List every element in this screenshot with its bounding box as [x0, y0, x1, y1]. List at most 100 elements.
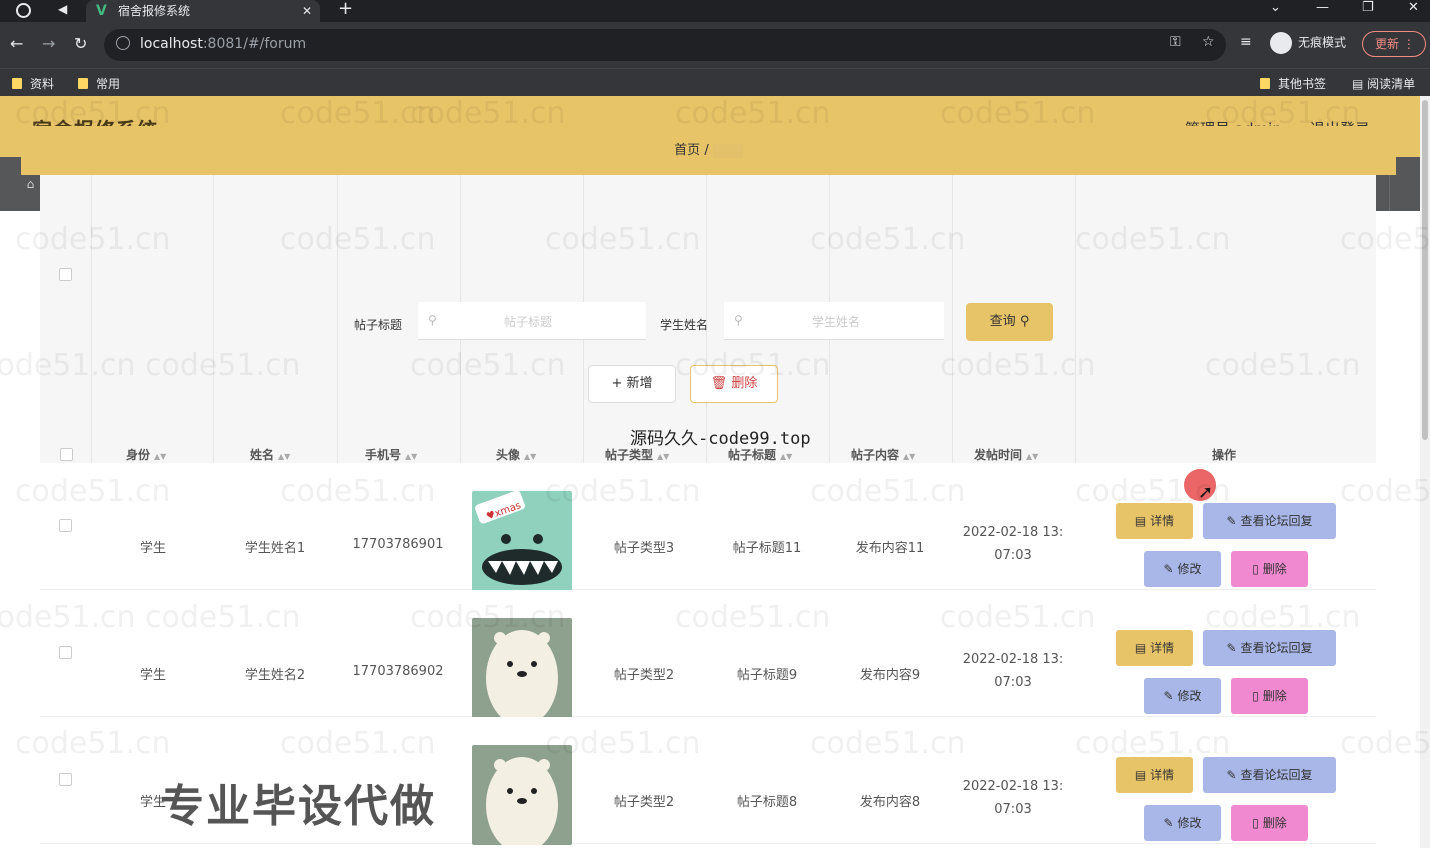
minimize-icon[interactable]: — — [1316, 0, 1329, 15]
edit-icon: ✎ — [1163, 689, 1174, 703]
select-all-checkbox[interactable] — [60, 448, 73, 461]
tab-search-icon[interactable]: ⌄ — [1270, 0, 1281, 15]
post-time-cell: 2022-02-18 13: — [962, 652, 1064, 667]
forward-icon[interactable]: → — [42, 34, 55, 53]
view-replies-button[interactable]: ✎ 查看论坛回复 — [1203, 503, 1336, 539]
detail-button[interactable]: ▤ 详情 — [1116, 630, 1193, 666]
speaker-icon[interactable]: ◀︎ — [58, 2, 67, 16]
site-info-icon[interactable] — [116, 36, 130, 50]
post-title-cell: 帖子标题9 — [736, 668, 798, 683]
doc-icon: ▤ — [1134, 514, 1147, 528]
mouse-cursor-icon: ➚ — [1198, 482, 1214, 503]
batch-delete-button[interactable]: 🗑 删除 — [690, 365, 778, 403]
detail-button[interactable]: ▤ 详情 — [1116, 757, 1193, 793]
role-cell: 学生 — [139, 668, 166, 683]
row-checkbox[interactable] — [59, 773, 72, 786]
scrollbar-thumb[interactable] — [1422, 100, 1428, 440]
post-time-cell: 07:03 — [994, 548, 1032, 563]
key-icon[interactable]: ⚿ — [1170, 34, 1181, 50]
name-cell: 学生姓名2 — [244, 668, 306, 683]
media-icon[interactable]: ≡ — [1240, 34, 1252, 50]
url-text[interactable]: localhost:8081/#/forum — [140, 36, 306, 52]
edit-icon: ✎ — [1226, 514, 1237, 528]
column-header[interactable]: 发帖时间 ▲▼ — [974, 446, 1038, 463]
doc-icon: ▤ — [1134, 768, 1147, 782]
edit-icon: ✎ — [1163, 562, 1174, 576]
star-icon[interactable]: ☆ — [1202, 34, 1215, 50]
breadcrumb-home[interactable]: 首页 — [674, 143, 700, 158]
post-type-cell: 帖子类型2 — [613, 668, 675, 683]
column-header[interactable]: 身份 ▲▼ — [126, 446, 166, 463]
checkbox[interactable] — [59, 268, 72, 281]
title-search-input[interactable]: ⚲ 帖子标题 — [418, 302, 646, 340]
reading-list[interactable]: ▤ 阅读清单 — [1352, 75, 1415, 92]
name-search-input[interactable]: ⚲ 学生姓名 — [724, 302, 944, 340]
folder-icon — [1260, 78, 1270, 89]
column-header[interactable]: 姓名 ▲▼ — [250, 446, 290, 463]
delete-button[interactable]: ▯ 删除 — [1231, 805, 1308, 841]
bookmark-folder[interactable]: 常用 — [78, 75, 120, 92]
edit-icon: ✎ — [1226, 768, 1237, 782]
column-header[interactable]: 手机号 ▲▼ — [365, 446, 417, 463]
delete-button[interactable]: ▯ 删除 — [1231, 551, 1308, 587]
title-search-placeholder: 帖子标题 — [504, 315, 553, 329]
breadcrumb: 首页 / — [21, 126, 1396, 175]
incognito-icon — [1270, 32, 1292, 54]
add-button[interactable]: + 新增 — [588, 365, 676, 403]
view-replies-button[interactable]: ✎ 查看论坛回复 — [1203, 757, 1336, 793]
back-icon[interactable]: ← — [10, 34, 23, 53]
other-bookmarks[interactable]: 其他书签 — [1260, 75, 1326, 92]
restore-icon[interactable]: ❐ — [1362, 0, 1374, 15]
bookmarks-bar: 资料 常用 其他书签 ▤ 阅读清单 — [0, 68, 1430, 96]
post-time-cell: 2022-02-18 13: — [962, 525, 1064, 540]
trash-icon: ▯ — [1252, 689, 1259, 703]
trash-icon: ▯ — [1252, 562, 1259, 576]
column-header[interactable]: 头像 ▲▼ — [496, 446, 536, 463]
search-icon: ⚲ — [734, 313, 743, 327]
table-row: 学生 学生姓名1 17703786901 帖子类型3 帖子标题11 发布内容11 ♥xmas… — [40, 463, 1376, 591]
trash-icon: 🗑 — [710, 376, 728, 391]
table-row: 学生 学生姓名2 17703786902 帖子类型2 帖子标题9 发布内容9 2022-02… — [40, 590, 1376, 718]
tab-title: 宿舍报修系统 — [118, 4, 191, 18]
close-window-icon[interactable]: ✕ — [1408, 0, 1419, 15]
page-scrollbar[interactable] — [1420, 96, 1430, 848]
name-search-label: 学生姓名 — [660, 318, 709, 332]
post-time-cell: 07:03 — [994, 675, 1032, 690]
bookmark-folder[interactable]: 资料 — [12, 75, 54, 92]
search-icon: ⚲ — [428, 313, 437, 327]
query-button[interactable]: 查询 ⚲ — [966, 303, 1053, 341]
browser-tab[interactable]: V 宿舍报修系统 ✕ — [86, 0, 320, 22]
search-icon: ⚲ — [1019, 314, 1030, 329]
column-header[interactable]: 帖子内容 ▲▼ — [851, 446, 915, 463]
name-cell: 学生姓名1 — [244, 541, 306, 556]
edit-icon: ✎ — [1163, 816, 1174, 830]
browser-tab-bar: ◀︎ V 宿舍报修系统 ✕ + ⌄ — ❐ ✕ — [0, 0, 1430, 22]
column-header[interactable]: 帖子类型 ▲▼ — [605, 446, 669, 463]
incognito-indicator[interactable]: 无痕模式 — [1270, 32, 1346, 54]
post-type-cell: 帖子类型3 — [613, 541, 675, 556]
detail-button[interactable]: ▤ 详情 — [1116, 503, 1193, 539]
new-tab-icon[interactable]: + — [338, 0, 353, 19]
post-title-cell: 帖子标题8 — [736, 795, 798, 810]
column-header[interactable]: 帖子标题 ▲▼ — [728, 446, 792, 463]
close-tab-icon[interactable]: ✕ — [302, 0, 312, 22]
edit-icon: ✎ — [1226, 641, 1237, 655]
delete-button[interactable]: ▯ 删除 — [1231, 678, 1308, 714]
folder-icon — [78, 78, 88, 89]
reload-icon[interactable]: ↻ — [74, 34, 87, 53]
edit-button[interactable]: ✎ 修改 — [1144, 805, 1221, 841]
globe-icon — [16, 3, 31, 18]
edit-button[interactable]: ✎ 修改 — [1144, 678, 1221, 714]
row-checkbox[interactable] — [59, 519, 72, 532]
folder-icon — [12, 78, 22, 89]
update-button[interactable]: 更新 ⋮ — [1362, 31, 1426, 57]
post-time-cell: 2022-02-18 13: — [962, 779, 1064, 794]
address-bar-row: ← → ↻ localhost:8081/#/forum ⚿ ☆ ≡ 无痕模式 … — [0, 22, 1430, 68]
edit-button[interactable]: ✎ 修改 — [1144, 551, 1221, 587]
title-search-label: 帖子标题 — [354, 318, 403, 332]
breadcrumb-separator: / — [704, 143, 709, 158]
row-checkbox[interactable] — [59, 646, 72, 659]
name-search-placeholder: 学生姓名 — [812, 315, 861, 329]
view-replies-button[interactable]: ✎ 查看论坛回复 — [1203, 630, 1336, 666]
phone-cell: 17703786902 — [352, 664, 444, 679]
